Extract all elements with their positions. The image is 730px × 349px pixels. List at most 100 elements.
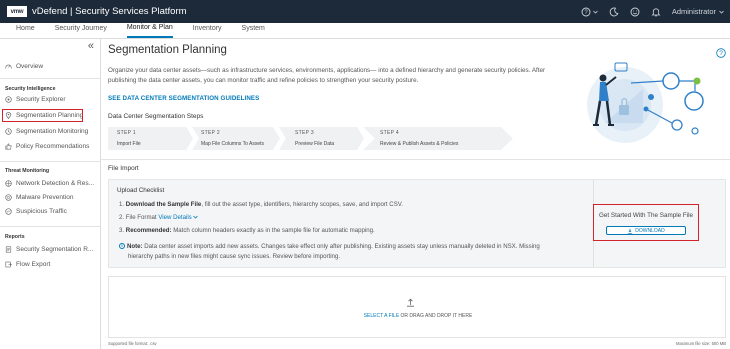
item-bold: Download the Sample File <box>125 201 202 208</box>
item-bold: Recommended: <box>125 227 172 234</box>
network-icon <box>5 180 12 187</box>
bell-icon[interactable] <box>651 7 661 17</box>
chevron-down-icon <box>719 10 724 14</box>
sidebar-item-overview[interactable]: Overview <box>5 63 43 70</box>
item-text: File Format <box>125 214 157 221</box>
help-menu-icon[interactable]: ? <box>581 7 598 17</box>
location-pin-icon <box>5 112 12 119</box>
user-menu[interactable]: Administrator <box>672 7 724 16</box>
item-number: 3. <box>119 227 125 234</box>
supported-format-text: Supported file format: .csv <box>108 341 157 346</box>
divider <box>0 161 100 162</box>
note-bold: Note: <box>127 243 143 250</box>
sidebar-item-label: Overview <box>16 63 44 70</box>
step-4: STEP 4 Review & Publish Assets & Policie… <box>363 127 513 150</box>
steps-title: Data Center Segmentation Steps <box>108 113 204 120</box>
step-number: STEP 3 <box>295 130 314 136</box>
step-1: STEP 1 Import File <box>108 127 193 150</box>
note-line-2: hierarchy paths in new files might cause… <box>128 253 341 260</box>
svg-text:?: ? <box>719 50 723 57</box>
sidebar-item-malware-prevention[interactable]: Malware Prevention <box>5 194 73 201</box>
main-nav: Home Security Journey Monitor & Plan Inv… <box>0 23 730 39</box>
sidebar-item-label: Segmentation Planning <box>16 112 84 119</box>
app-title: vDefend | Security Services Platform <box>32 6 187 17</box>
sidebar-item-label: Network Detection & Res... <box>16 180 95 187</box>
smiley-feedback-icon[interactable] <box>630 7 640 17</box>
sidebar-item-label: Suspicious Traffic <box>16 208 67 215</box>
sidebar-item-segmentation-monitoring[interactable]: Segmentation Monitoring <box>5 128 88 135</box>
step-number: STEP 4 <box>380 130 399 136</box>
svg-text:?: ? <box>584 10 588 16</box>
download-icon <box>628 228 633 234</box>
checklist-item-2: 2. File Format View Details <box>119 214 199 221</box>
sidebar-item-security-explorer[interactable]: Security Explorer <box>5 96 66 103</box>
file-import-heading: File Import <box>108 165 139 172</box>
item-number: 1. <box>119 201 125 208</box>
section-threat-monitoring: Threat Monitoring <box>5 168 50 174</box>
download-button[interactable]: DOWNLOAD <box>606 226 686 235</box>
sidebar-item-flow-export[interactable]: Flow Export <box>5 261 50 268</box>
chevron-down-icon <box>193 215 199 219</box>
guidelines-link[interactable]: SEE DATA CENTER SEGMENTATION GUIDELINES <box>108 95 259 102</box>
sidebar-item-label: Segmentation Monitoring <box>16 128 89 135</box>
intro-text: Organize your data center assets—such as… <box>108 66 560 86</box>
malware-bug-icon <box>5 194 12 201</box>
sidebar-item-label: Policy Recommendations <box>16 143 90 150</box>
download-label: DOWNLOAD <box>635 227 665 234</box>
file-dropzone[interactable]: SELECT A FILE OR DRAG AND DROP IT HERE <box>108 276 726 338</box>
report-icon <box>5 246 12 253</box>
user-name: Administrator <box>671 7 716 16</box>
info-icon: i <box>119 243 125 250</box>
item-number: 2. <box>119 214 125 221</box>
sidebar: « Overview Security Intelligence Securit… <box>0 39 101 349</box>
sample-file-title: Get Started With The Sample File <box>598 212 694 219</box>
dropzone-hint: OR DRAG AND DROP IT HERE <box>399 313 473 319</box>
sidebar-item-label: Security Segmentation R... <box>16 246 94 253</box>
divider <box>0 226 100 227</box>
sidebar-item-policy-recommendations[interactable]: Policy Recommendations <box>5 143 89 150</box>
section-reports: Reports <box>5 234 25 240</box>
theme-moon-icon[interactable] <box>609 7 619 17</box>
note-text: Data center asset imports add new assets… <box>142 243 540 250</box>
step-label: Preview File Data <box>295 141 335 147</box>
segmentation-illustration <box>587 62 704 143</box>
collapse-sidebar-icon[interactable]: « <box>88 40 94 52</box>
sidebar-item-security-segmentation-report[interactable]: Security Segmentation R... <box>5 246 93 253</box>
help-icon[interactable]: ? <box>716 45 726 63</box>
divider <box>0 78 100 79</box>
checklist-item-1: 1. Download the Sample File, fill out th… <box>119 201 403 208</box>
step-label: Import File <box>117 141 141 147</box>
checklist-note: i Note: Data center asset imports add new… <box>119 242 579 262</box>
dropzone-text: SELECT A FILE OR DRAG AND DROP IT HERE <box>109 313 727 319</box>
flow-export-icon <box>5 261 12 268</box>
view-details-link[interactable]: View Details <box>158 214 199 221</box>
sidebar-item-suspicious-traffic[interactable]: Suspicious Traffic <box>5 208 67 215</box>
vmw-logo: vmw <box>7 6 27 17</box>
sidebar-item-network-detection[interactable]: Network Detection & Res... <box>5 180 94 187</box>
tab-system[interactable]: System <box>242 22 265 38</box>
step-2: STEP 2 Map File Columns To Assets <box>192 127 280 150</box>
upload-checklist: Upload Checklist 1. Download the Sample … <box>108 179 726 268</box>
intro-line-1: Organize your data center assets—such as… <box>108 67 546 74</box>
tab-monitor-plan[interactable]: Monitor & Plan <box>126 22 173 38</box>
thumbs-up-icon <box>5 143 12 150</box>
link-label: View Details <box>158 214 192 221</box>
step-number: STEP 2 <box>201 130 220 136</box>
tab-home[interactable]: Home <box>16 22 35 38</box>
explorer-icon <box>5 96 12 103</box>
section-security-intelligence: Security Intelligence <box>5 86 56 92</box>
monitoring-icon <box>5 128 12 135</box>
sample-file-panel: Get Started With The Sample File DOWNLOA… <box>593 204 699 241</box>
tab-inventory[interactable]: Inventory <box>193 22 222 38</box>
checklist-title: Upload Checklist <box>117 187 165 194</box>
intro-line-2: publishing the data center assets, you c… <box>108 77 419 84</box>
checklist-item-3: 3. Recommended: Match column headers exa… <box>119 227 375 234</box>
sidebar-item-label: Flow Export <box>16 261 51 268</box>
top-header: vmw vDefend | Security Services Platform… <box>0 0 730 23</box>
step-label: Review & Publish Assets & Policies <box>380 141 459 147</box>
tab-security-journey[interactable]: Security Journey <box>55 22 107 38</box>
max-file-size-text: Maximum file size: 500 MB <box>675 341 726 346</box>
upload-icon <box>407 298 414 307</box>
sidebar-item-segmentation-planning[interactable]: Segmentation Planning <box>2 109 84 122</box>
select-file-link[interactable]: SELECT A FILE <box>364 313 399 319</box>
